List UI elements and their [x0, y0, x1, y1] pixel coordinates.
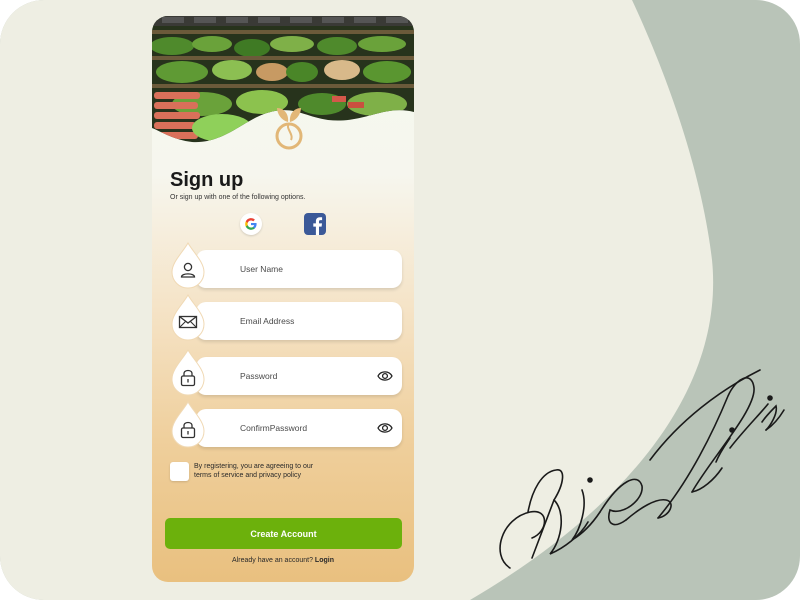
- login-prompt: Already have an account? Login: [152, 557, 414, 564]
- terms-checkbox[interactable]: [170, 462, 189, 481]
- email-input[interactable]: Email Address: [196, 302, 402, 340]
- signup-screen: Sign up Or sign up with one of the follo…: [152, 16, 414, 582]
- create-account-button[interactable]: Create Account: [165, 518, 402, 549]
- eye-icon[interactable]: [377, 421, 393, 435]
- facebook-signup-button[interactable]: [304, 213, 326, 235]
- facebook-icon: [304, 213, 326, 235]
- email-field[interactable]: Email Address: [170, 294, 402, 342]
- confirm-password-field[interactable]: ConfirmPassword: [170, 401, 402, 449]
- terms-text-line-2[interactable]: terms of service and privacy policy: [194, 471, 344, 480]
- envelope-icon: [178, 315, 198, 329]
- backdrop: Sign up Or sign up with one of the follo…: [0, 0, 800, 600]
- eye-icon[interactable]: [377, 369, 393, 383]
- password-input[interactable]: Password: [196, 357, 402, 395]
- user-icon: [180, 262, 196, 278]
- confirm-password-input[interactable]: ConfirmPassword: [196, 409, 402, 447]
- username-input[interactable]: User Name: [196, 250, 402, 288]
- confirm-password-placeholder: ConfirmPassword: [240, 423, 308, 433]
- signature-watermark: [499, 369, 785, 569]
- email-placeholder: Email Address: [240, 316, 295, 326]
- google-icon: [245, 218, 257, 230]
- app-logo: [275, 108, 303, 150]
- terms-text-line-1: By registering, you are agreeing to our: [194, 463, 314, 470]
- page-title: Sign up: [170, 169, 244, 191]
- page-subtitle: Or sign up with one of the following opt…: [170, 194, 306, 201]
- google-signup-button[interactable]: [240, 213, 262, 235]
- username-placeholder: User Name: [240, 264, 283, 274]
- lock-icon: [180, 369, 196, 387]
- lock-icon: [180, 421, 196, 439]
- login-link[interactable]: Login: [315, 557, 334, 564]
- username-field[interactable]: User Name: [170, 242, 402, 290]
- login-prompt-text: Already have an account?: [232, 557, 313, 564]
- password-placeholder: Password: [240, 371, 278, 381]
- password-field[interactable]: Password: [170, 349, 402, 397]
- terms-text: By registering, you are agreeing to our …: [194, 462, 344, 480]
